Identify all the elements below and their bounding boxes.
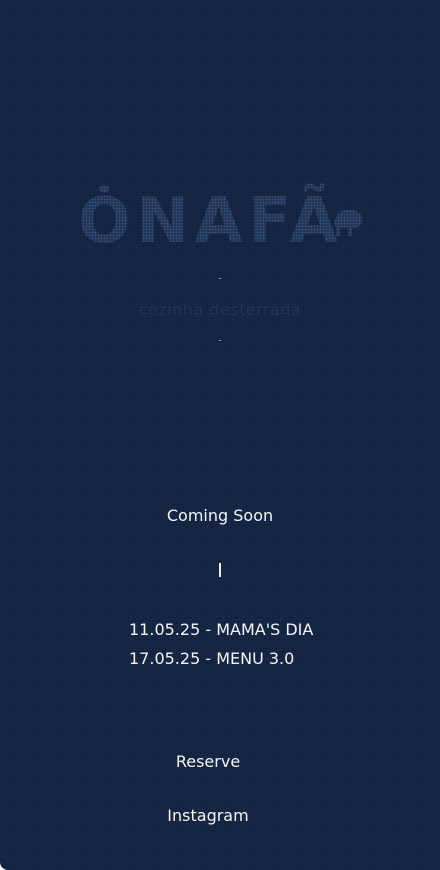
coming-soon-heading: Coming Soon <box>166 506 274 525</box>
logo-graphic: ONAFÃ <box>78 184 363 256</box>
event-item-mamas-dia: 11.05.25 - MAMA'S DIA <box>129 620 314 639</box>
landing-page: ONAFÃ cozinha desterrada Coming Soon 11.… <box>0 0 440 870</box>
event-item-menu-3: 17.05.25 - MENU 3.0 <box>129 649 295 668</box>
instagram-link[interactable]: Instagram <box>0 806 416 825</box>
vertical-divider <box>219 563 221 577</box>
brand-logo: ONAFÃ <box>0 180 440 260</box>
dot-separator-top <box>219 278 221 279</box>
dot-separator-bottom <box>219 340 221 341</box>
event-list: 11.05.25 - MAMA'S DIA 17.05.25 - MENU 3.… <box>129 615 389 673</box>
brand-tagline: cozinha desterrada <box>138 300 302 319</box>
logo-text: ONAFÃ <box>78 184 344 256</box>
reserve-link[interactable]: Reserve <box>0 752 416 771</box>
